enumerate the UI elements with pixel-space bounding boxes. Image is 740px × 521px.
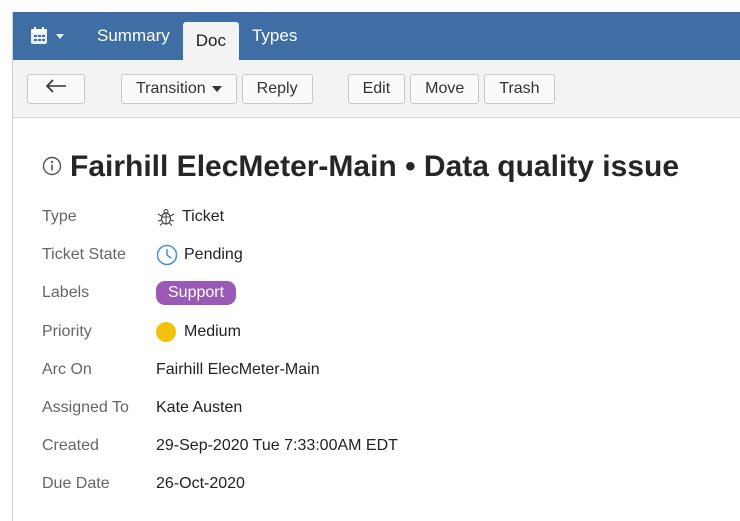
field-label: Priority [42, 322, 92, 340]
field-label: Assigned To [42, 399, 129, 417]
field-priority: Priority Medium [42, 313, 740, 351]
field-label: Due Date [42, 475, 110, 493]
field-label: Created [42, 437, 99, 455]
edit-button[interactable]: Edit [347, 73, 406, 104]
field-list: Type Ticket Ticket State Pending Labels … [42, 198, 740, 504]
ticket-state-value: Pending [184, 246, 243, 264]
top-nav-bar: Summary Doc Types [13, 12, 740, 60]
page-title: Fairhill ElecMeter-Main • Data quality i… [70, 150, 680, 183]
back-button[interactable] [27, 73, 85, 104]
type-value: Ticket [182, 208, 225, 226]
field-label: Type [42, 208, 77, 226]
assigned-to-value: Kate Austen [156, 399, 243, 417]
toolbar: Transition Reply Edit Move Trash [13, 60, 740, 118]
clock-icon [156, 244, 178, 266]
created-value: 29-Sep-2020 Tue 7:33:00AM EDT [156, 437, 398, 455]
field-created: Created 29-Sep-2020 Tue 7:33:00AM EDT [42, 427, 740, 465]
due-date-value: 26-Oct-2020 [156, 475, 245, 493]
caret-down-icon [211, 85, 222, 92]
doc-content: Fairhill ElecMeter-Main • Data quality i… [13, 118, 740, 504]
title-row: Fairhill ElecMeter-Main • Data quality i… [42, 150, 740, 184]
tab-summary[interactable]: Summary [84, 12, 183, 60]
tab-types[interactable]: Types [239, 12, 310, 60]
trash-button[interactable]: Trash [484, 73, 555, 104]
field-arc-on: Arc On Fairhill ElecMeter-Main [42, 351, 740, 389]
calendar-icon [29, 26, 49, 46]
bug-icon [156, 207, 176, 227]
move-button[interactable]: Move [410, 73, 480, 104]
field-label: Arc On [42, 360, 92, 378]
tab-doc[interactable]: Doc [182, 22, 239, 60]
transition-label: Transition [136, 79, 206, 97]
field-ticket-state: Ticket State Pending [42, 236, 740, 274]
app-menu-button[interactable] [29, 12, 64, 60]
ticket-window: Summary Doc Types Transition Reply Edit … [12, 12, 740, 521]
field-label: Labels [42, 284, 90, 302]
label-badge-support[interactable]: Support [156, 281, 237, 306]
chevron-down-icon [56, 33, 64, 39]
arrow-left-icon [45, 79, 67, 98]
field-type: Type Ticket [42, 198, 740, 236]
reply-button[interactable]: Reply [241, 73, 313, 104]
field-assigned-to: Assigned To Kate Austen [42, 389, 740, 427]
transition-dropdown-button[interactable]: Transition [121, 73, 237, 104]
info-icon[interactable] [42, 156, 62, 181]
arc-on-value: Fairhill ElecMeter-Main [156, 360, 320, 378]
field-labels: Labels Support [42, 274, 740, 312]
field-label: Ticket State [42, 246, 126, 264]
priority-dot-icon [156, 321, 176, 342]
priority-value: Medium [184, 322, 241, 340]
field-due-date: Due Date 26-Oct-2020 [42, 465, 740, 503]
